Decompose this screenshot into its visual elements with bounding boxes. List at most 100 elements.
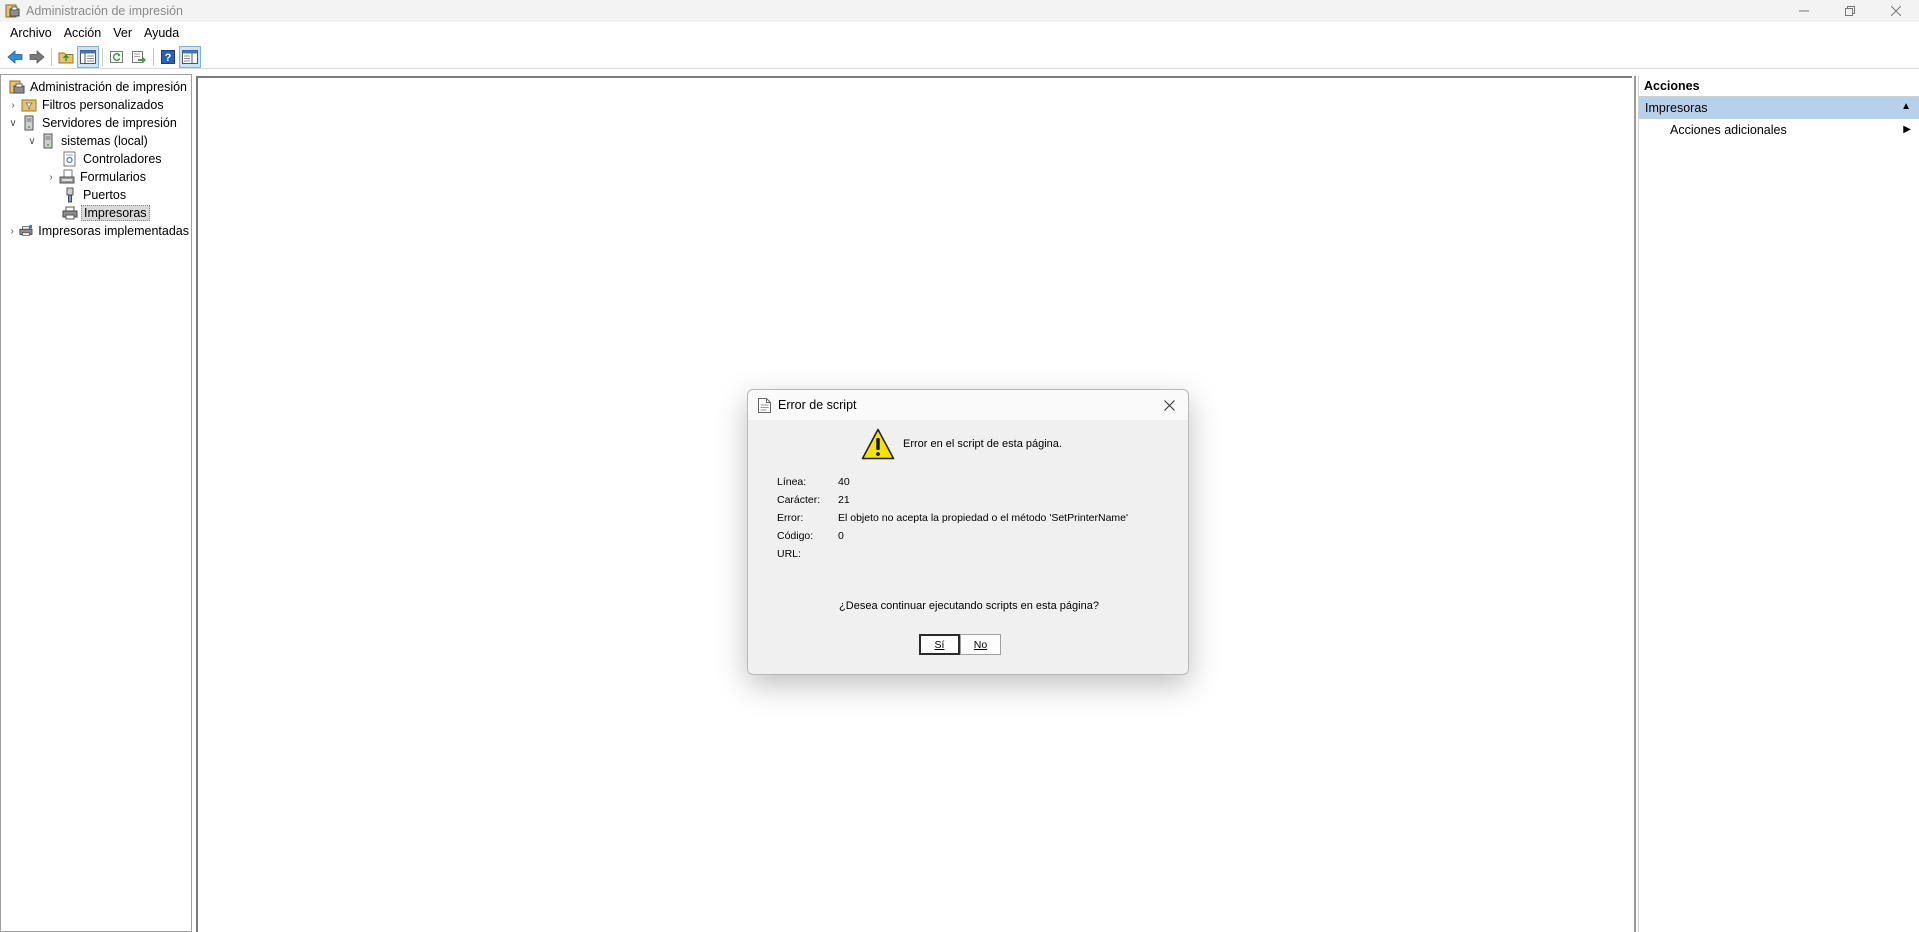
menu-ayuda[interactable]: Ayuda — [138, 26, 185, 40]
dialog-close-button[interactable] — [1158, 395, 1180, 415]
server-icon — [43, 133, 53, 149]
help-button[interactable]: ? — [157, 46, 179, 68]
close-window-button[interactable] — [1873, 0, 1919, 22]
chevron-right-icon[interactable]: › — [7, 225, 17, 237]
detail-key: Código: — [777, 530, 814, 542]
detail-value: 40 — [838, 476, 850, 488]
actions-header: Acciones — [1639, 76, 1919, 97]
tree-item-print-servers[interactable]: ∨ Servidores de impresión — [1, 114, 191, 132]
chevron-down-icon[interactable]: ∨ — [7, 117, 19, 129]
back-arrow-icon — [7, 49, 23, 64]
printer-icon — [62, 206, 78, 220]
close-icon — [1163, 399, 1175, 411]
dialog-header: Error en el script de esta página. — [861, 428, 1062, 460]
detail-line: Línea: 40 — [777, 473, 1128, 491]
tree-item-local-server[interactable]: ∨ sistemas (local) — [1, 132, 191, 150]
actions-section-label: Impresoras — [1645, 101, 1708, 115]
tree-item-label: Formularios — [80, 170, 146, 184]
actions-item-more-actions[interactable]: Acciones adicionales ▶ — [1639, 119, 1919, 141]
dialog-message: Error en el script de esta página. — [903, 438, 1062, 450]
tree-item-label: Impresoras implementadas — [38, 224, 189, 238]
tree-item-ports[interactable]: Puertos — [1, 186, 191, 204]
menu-ver[interactable]: Ver — [107, 26, 138, 40]
chevron-right-icon[interactable]: › — [45, 171, 57, 183]
tree-item-drivers[interactable]: Controladores — [1, 150, 191, 168]
detail-key: Carácter: — [777, 494, 821, 506]
collapse-up-icon[interactable]: ▲ — [1901, 101, 1911, 112]
close-icon — [1891, 6, 1901, 16]
toolbar-separator — [51, 47, 52, 66]
show-hide-actions-button[interactable] — [179, 45, 201, 68]
up-folder-icon — [58, 52, 74, 63]
detail-code: Código: 0 — [777, 527, 1128, 545]
dialog-buttons: Sí No — [919, 634, 1001, 655]
script-error-dialog: Error de script Error en el script de es… — [747, 389, 1189, 675]
tree-item-root[interactable]: Administración de impresión — [1, 78, 191, 96]
export-list-button[interactable] — [128, 46, 150, 68]
toolbar-separator — [102, 47, 103, 66]
tree-item-printers[interactable]: Impresoras — [1, 204, 191, 222]
detail-value: El objeto no acepta la propiedad o el mé… — [838, 512, 1129, 524]
deployed-printers-icon — [19, 224, 33, 236]
up-level-button[interactable] — [55, 46, 77, 68]
restore-icon — [1845, 6, 1855, 16]
error-details: Línea: 40 Carácter: 21 Error: El objeto … — [777, 473, 1128, 563]
server-icon — [24, 115, 34, 131]
show-actions-icon — [182, 49, 198, 64]
dialog-title-bar: Error de script — [748, 390, 1188, 420]
export-icon — [132, 50, 146, 63]
tree-item-deployed-printers[interactable]: › Impresoras implementadas — [1, 222, 191, 240]
detail-key: URL: — [777, 548, 801, 560]
submenu-arrow-icon: ▶ — [1903, 124, 1911, 135]
toolbar: ? — [0, 45, 1919, 69]
detail-value: 21 — [838, 494, 850, 506]
yes-button[interactable]: Sí — [919, 634, 960, 655]
tree-item-label: sistemas (local) — [61, 134, 148, 148]
minimize-button[interactable] — [1781, 0, 1827, 22]
minimize-icon — [1799, 10, 1809, 12]
driver-icon — [63, 151, 76, 167]
svg-text:?: ? — [165, 52, 172, 64]
actions-item-label: Acciones adicionales — [1670, 123, 1787, 137]
tree-item-label: Administración de impresión — [30, 80, 188, 94]
forward-button[interactable] — [26, 46, 48, 68]
port-icon — [66, 187, 74, 203]
toolbar-separator — [153, 47, 154, 66]
actions-section-printers[interactable]: Impresoras ▲ — [1639, 97, 1919, 119]
warning-icon — [861, 428, 895, 460]
console-tree: Administración de impresión › Filtros pe… — [0, 74, 192, 932]
restore-button[interactable] — [1827, 0, 1873, 22]
refresh-icon — [110, 50, 123, 63]
filter-folder-icon — [21, 99, 37, 112]
document-icon — [758, 397, 771, 413]
pane-splitter[interactable] — [1634, 76, 1636, 932]
menu-archivo[interactable]: Archivo — [4, 26, 58, 40]
detail-character: Carácter: 21 — [777, 491, 1128, 509]
tree-item-label: Filtros personalizados — [42, 98, 164, 112]
refresh-button[interactable] — [106, 46, 128, 68]
tree-item-label: Impresoras — [81, 205, 150, 221]
detail-url: URL: — [777, 545, 1128, 563]
window-title: Administración de impresión — [26, 4, 184, 18]
menu-accion[interactable]: Acción — [58, 26, 108, 40]
tree-item-label: Puertos — [83, 188, 127, 202]
forward-arrow-icon — [29, 49, 45, 64]
tree-item-forms[interactable]: › Formularios — [1, 168, 191, 186]
tree-item-label: Servidores de impresión — [42, 116, 177, 130]
forms-icon — [59, 169, 75, 184]
back-button[interactable] — [4, 46, 26, 68]
detail-key: Error: — [777, 512, 804, 524]
print-management-icon — [9, 80, 25, 94]
show-hide-tree-button[interactable] — [77, 45, 99, 68]
menu-bar: Archivo Acción Ver Ayuda — [0, 22, 1919, 44]
show-tree-icon — [80, 49, 96, 64]
actions-pane: Acciones Impresoras ▲ Acciones adicional… — [1638, 76, 1919, 932]
print-management-icon — [5, 4, 20, 18]
chevron-down-icon[interactable]: ∨ — [26, 135, 38, 147]
dialog-question: ¿Desea continuar ejecutando scripts en e… — [839, 600, 1099, 612]
tree-item-custom-filters[interactable]: › Filtros personalizados — [1, 96, 191, 114]
dialog-title: Error de script — [778, 398, 857, 412]
chevron-right-icon[interactable]: › — [7, 99, 19, 111]
no-button[interactable]: No — [960, 634, 1001, 655]
detail-value: 0 — [838, 530, 844, 542]
